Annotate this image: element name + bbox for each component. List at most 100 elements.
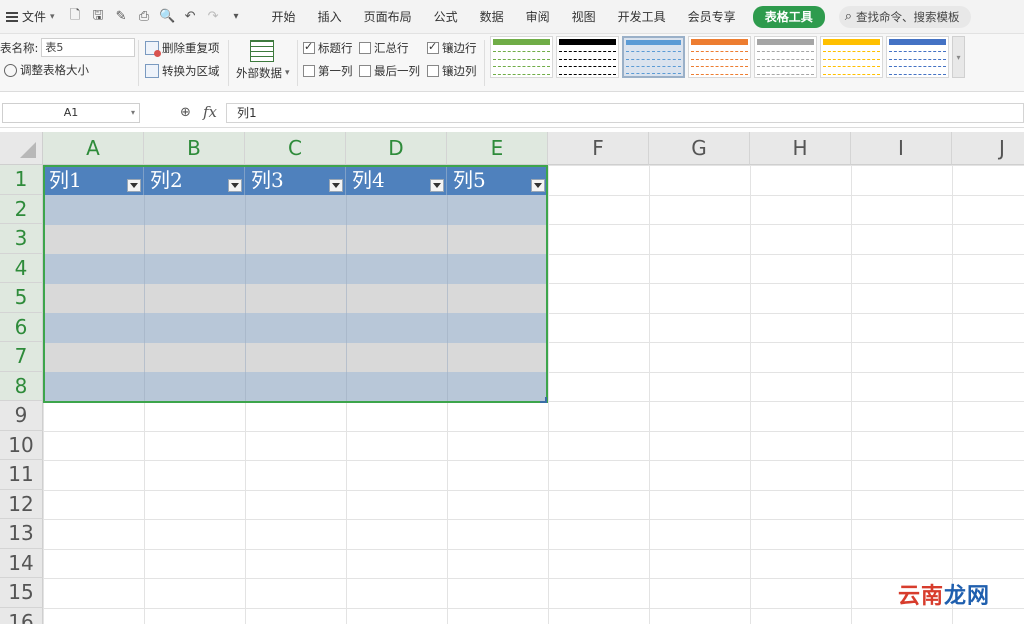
header-row-checkbox[interactable]: 标题行 <box>303 40 353 56</box>
row-header-15[interactable]: 15 <box>0 578 43 608</box>
table-header-cell[interactable]: 列5 <box>447 165 548 195</box>
column-header-E[interactable]: E <box>447 132 548 165</box>
tab-home[interactable]: 开始 <box>261 0 307 34</box>
table-data-row[interactable] <box>43 313 548 343</box>
row-header-5[interactable]: 5 <box>0 283 43 313</box>
table-data-row[interactable] <box>43 372 548 402</box>
tab-review[interactable]: 审阅 <box>515 0 561 34</box>
table-resize-handle[interactable] <box>540 397 547 403</box>
first-column-checkbox[interactable]: 第一列 <box>303 63 353 79</box>
table-style-gold[interactable] <box>820 36 883 78</box>
redo-icon[interactable]: ↷ <box>205 8 222 25</box>
table-cell-border <box>447 195 448 402</box>
table-name-input[interactable]: 表5 <box>41 38 136 57</box>
style-swatch-header <box>757 39 814 45</box>
total-row-checkbox[interactable]: 汇总行 <box>359 40 409 56</box>
column-header-G[interactable]: G <box>649 132 750 165</box>
row-header-1[interactable]: 1 <box>0 165 43 195</box>
filter-dropdown-icon[interactable] <box>531 179 545 192</box>
table-header-cell[interactable]: 列3 <box>245 165 346 195</box>
column-header-C[interactable]: C <box>245 132 346 165</box>
row-header-4[interactable]: 4 <box>0 253 43 283</box>
external-data-button[interactable]: 外部数据 ▾ <box>236 65 290 81</box>
spreadsheet-grid[interactable]: 列1 列2 列3 列4 列5 A B C D E F G H I J 1 2 3 4 5 6 7 8 9 10 11 12 13 14 1… <box>0 132 1024 624</box>
column-header-A[interactable]: A <box>43 132 144 165</box>
table-data-row[interactable] <box>43 254 548 284</box>
tab-table-tools[interactable]: 表格工具 <box>752 5 825 28</box>
table-data-row[interactable] <box>43 224 548 254</box>
tab-insert[interactable]: 插入 <box>307 0 353 34</box>
row-header-3[interactable]: 3 <box>0 224 43 254</box>
column-header-D[interactable]: D <box>346 132 447 165</box>
filter-dropdown-icon[interactable] <box>228 179 242 192</box>
column-header-I[interactable]: I <box>851 132 952 165</box>
resize-table-button[interactable]: 调整表格大小 <box>4 62 89 78</box>
style-swatch-line <box>823 47 880 53</box>
cell-name-box[interactable]: A1 ▾ <box>2 103 140 123</box>
format-painter-icon[interactable]: ✎ <box>113 8 130 25</box>
external-data-icon[interactable] <box>250 40 274 62</box>
tab-data[interactable]: 数据 <box>469 0 515 34</box>
row-header-2[interactable]: 2 <box>0 194 43 224</box>
save-icon[interactable]: 🖫 <box>90 8 107 25</box>
tab-page-layout[interactable]: 页面布局 <box>353 0 423 34</box>
gallery-more-icon[interactable]: ▾ <box>952 36 965 78</box>
row-header-7[interactable]: 7 <box>0 342 43 372</box>
column-header-F[interactable]: F <box>548 132 649 165</box>
remove-duplicates-button[interactable]: 删除重复项 <box>145 40 220 57</box>
column-header-B[interactable]: B <box>144 132 245 165</box>
tab-view[interactable]: 视图 <box>561 0 607 34</box>
command-search-input[interactable]: ⌕ 查找命令、搜索模板 <box>838 5 971 28</box>
checkbox-unchecked-icon <box>359 65 371 77</box>
row-header-11[interactable]: 11 <box>0 460 43 490</box>
filter-dropdown-icon[interactable] <box>329 179 343 192</box>
banded-rows-checkbox[interactable]: 镶边行 <box>427 40 477 56</box>
new-file-icon[interactable]: 🗋 <box>67 8 84 25</box>
banded-columns-label: 镶边列 <box>442 64 477 78</box>
table-cell-border <box>346 195 347 402</box>
row-header-6[interactable]: 6 <box>0 312 43 342</box>
table-style-blue-gray[interactable] <box>622 36 685 78</box>
table-data-row[interactable] <box>43 342 548 372</box>
insert-function-button[interactable]: fx <box>203 103 217 121</box>
filter-dropdown-icon[interactable] <box>430 179 444 192</box>
tab-developer[interactable]: 开发工具 <box>607 0 677 34</box>
tab-formulas[interactable]: 公式 <box>423 0 469 34</box>
table-style-orange[interactable] <box>688 36 751 78</box>
style-swatch-header <box>889 39 946 45</box>
row-header-9[interactable]: 9 <box>0 401 43 431</box>
column-header-H[interactable]: H <box>750 132 851 165</box>
row-header-8[interactable]: 8 <box>0 371 43 401</box>
print-icon[interactable]: ⎙ <box>136 8 153 25</box>
row-header-10[interactable]: 10 <box>0 430 43 460</box>
row-header-12[interactable]: 12 <box>0 489 43 519</box>
table-header-cell[interactable]: 列2 <box>144 165 245 195</box>
customize-toolbar-icon[interactable]: ▾ <box>228 8 245 25</box>
row-header-16[interactable]: 16 <box>0 607 43 624</box>
table-style-black[interactable] <box>556 36 619 78</box>
last-column-checkbox[interactable]: 最后一列 <box>359 63 420 79</box>
table-data-row[interactable] <box>43 195 548 225</box>
zoom-icon[interactable]: ⊕ <box>180 105 191 120</box>
search-icon: ⌕ <box>844 9 852 24</box>
print-preview-icon[interactable]: 🔍 <box>159 8 176 25</box>
table-header-cell[interactable]: 列1 <box>43 165 144 195</box>
table-style-green-outline[interactable] <box>490 36 553 78</box>
row-header-13[interactable]: 13 <box>0 519 43 549</box>
filter-dropdown-icon[interactable] <box>127 179 141 192</box>
table-data-row[interactable] <box>43 283 548 313</box>
row-header-14[interactable]: 14 <box>0 548 43 578</box>
file-menu[interactable]: 文件 ▾ <box>0 0 61 34</box>
tab-member[interactable]: 会员专享 <box>677 0 747 34</box>
convert-to-range-button[interactable]: 转换为区域 <box>145 63 220 79</box>
header-row-label: 标题行 <box>318 41 353 55</box>
banded-columns-checkbox[interactable]: 镶边列 <box>427 63 477 79</box>
table-style-blue[interactable] <box>886 36 949 78</box>
table-style-gray[interactable] <box>754 36 817 78</box>
style-swatch-line <box>493 54 550 60</box>
select-all-button[interactable] <box>0 132 43 165</box>
formula-input[interactable]: 列1 <box>226 103 1024 123</box>
undo-icon[interactable]: ↶ <box>182 8 199 25</box>
column-header-J[interactable]: J <box>952 132 1024 165</box>
table-header-cell[interactable]: 列4 <box>346 165 447 195</box>
